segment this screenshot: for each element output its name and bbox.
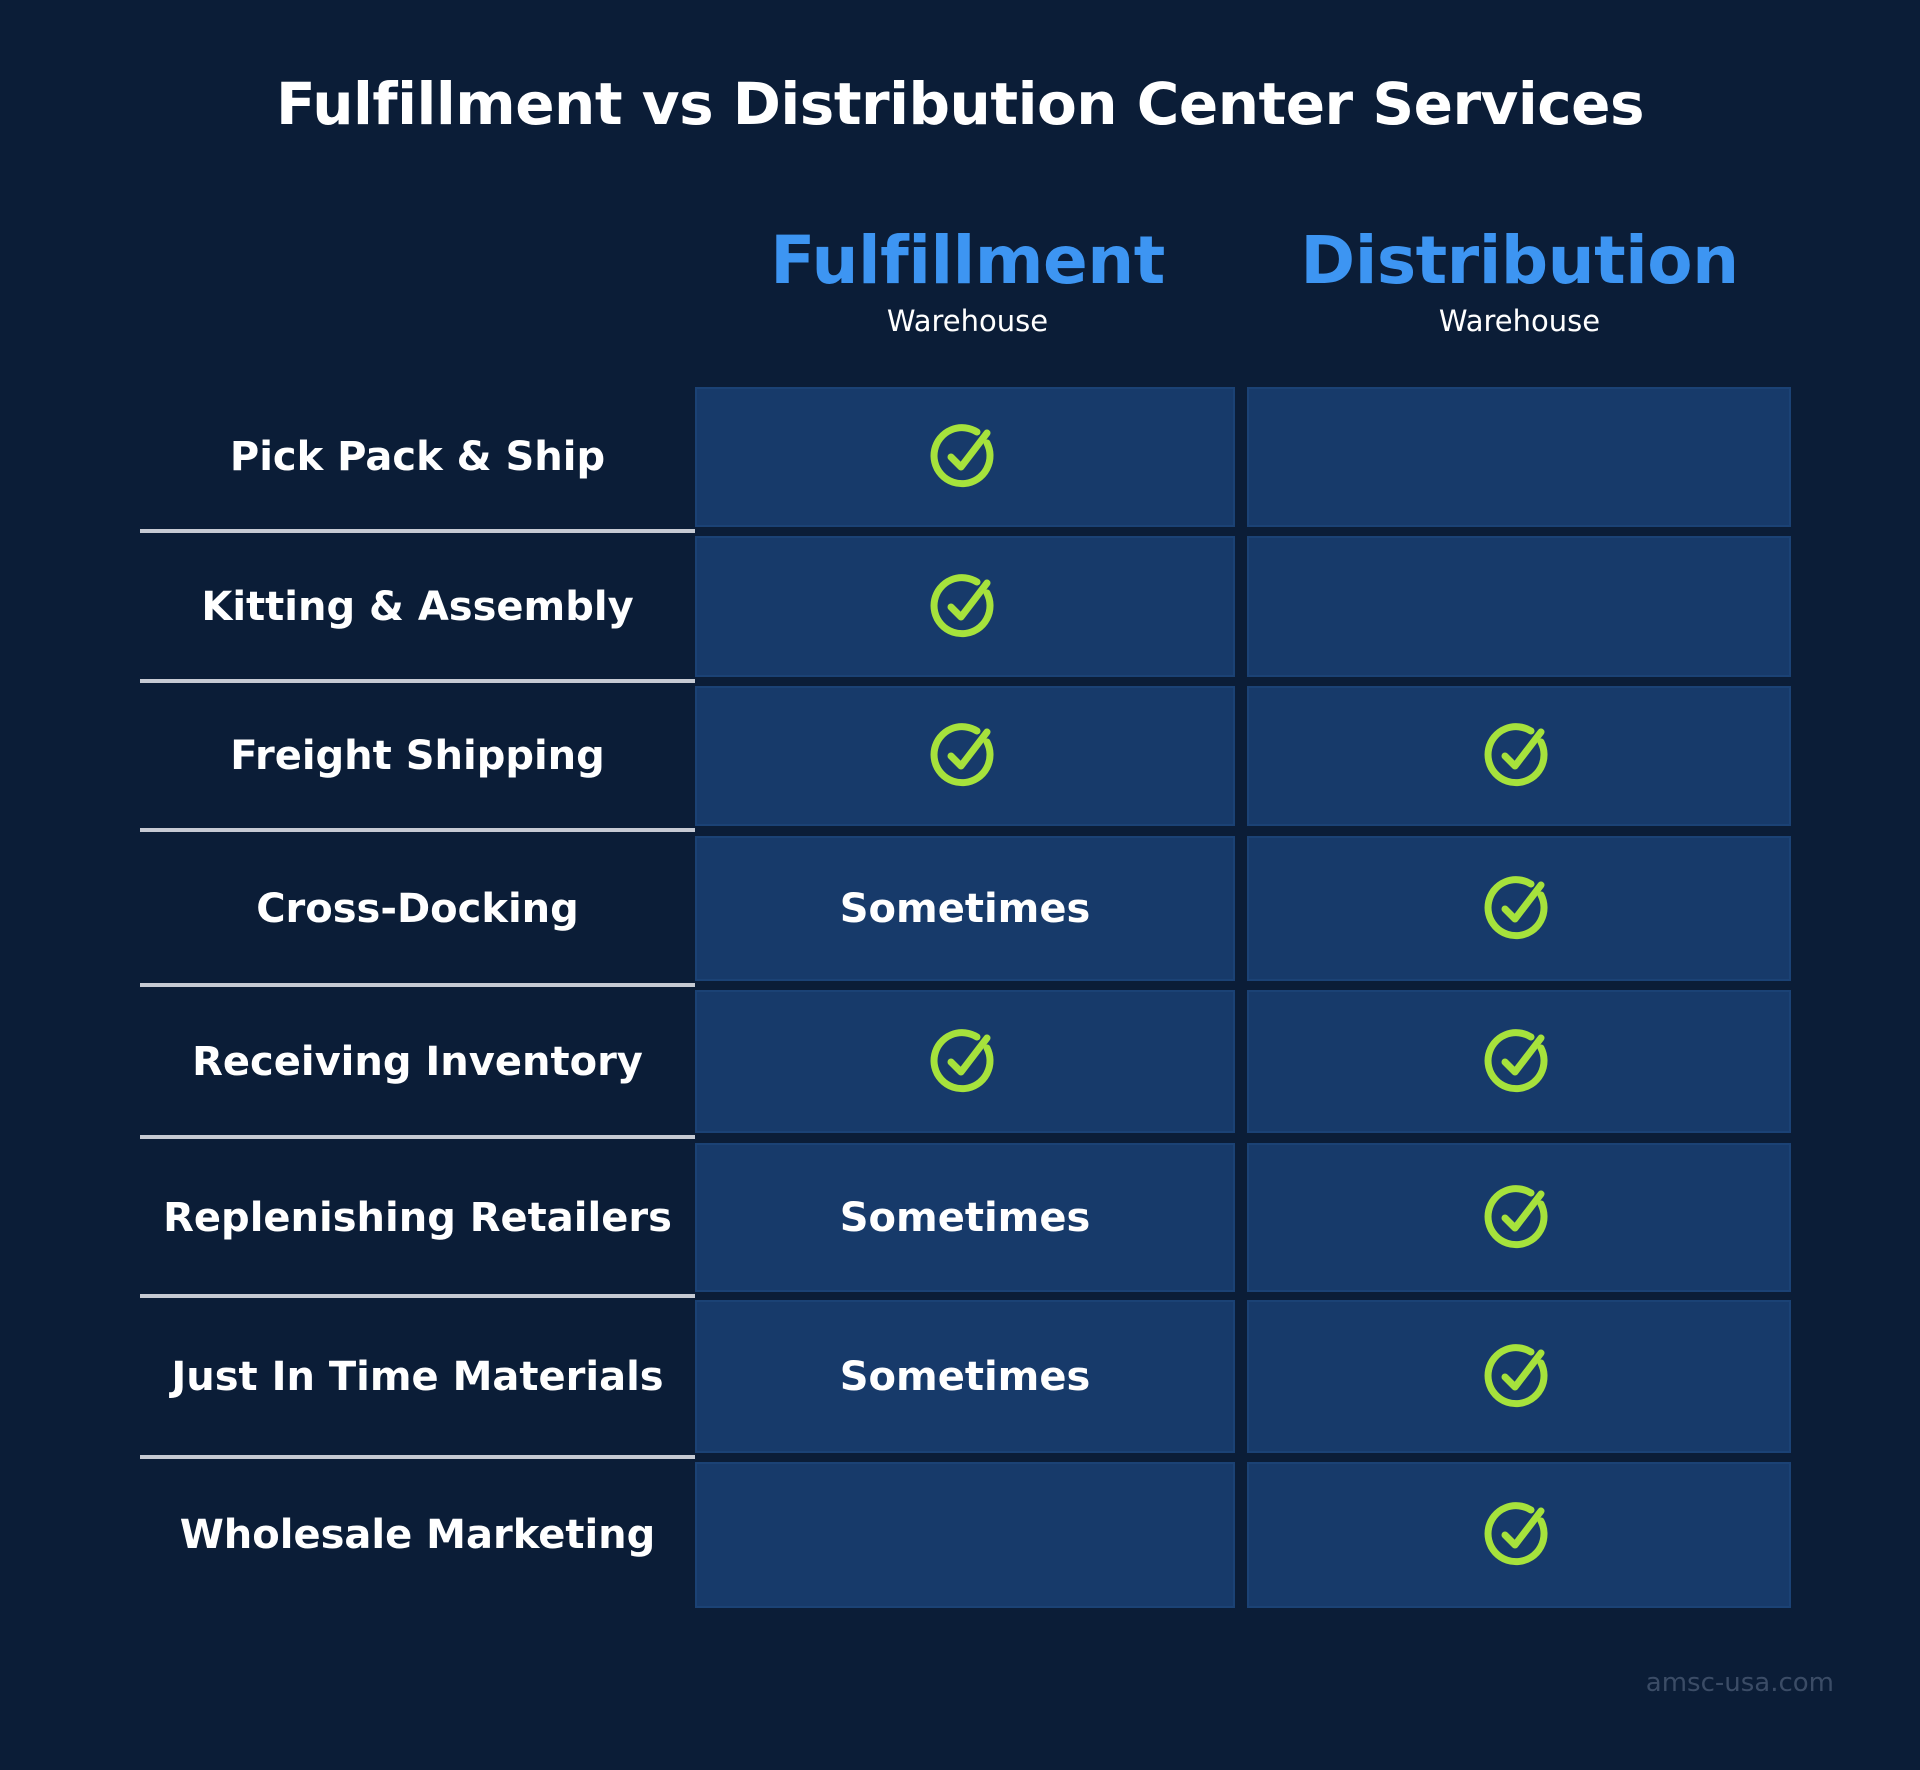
row-divider [140, 1294, 695, 1298]
check-circle-icon [1484, 1028, 1548, 1092]
cell-text: Sometimes [839, 1194, 1091, 1241]
check-circle-icon [930, 723, 994, 787]
fulfillment-cell [695, 686, 1235, 826]
row-divider [140, 529, 695, 533]
service-label: Just In Time Materials [171, 1353, 664, 1400]
service-label: Pick Pack & Ship [229, 434, 606, 480]
check-circle-icon [930, 573, 994, 637]
service-label: Wholesale Marketing [179, 1512, 656, 1558]
service-label: Receiving Inventory [192, 1038, 643, 1085]
check-circle-icon [1484, 1184, 1548, 1248]
table-row: Pick Pack & Ship [0, 387, 1920, 533]
distribution-cell [1247, 387, 1791, 527]
row-divider [140, 983, 695, 987]
check-circle-icon [1484, 1343, 1548, 1407]
distribution-cell [1247, 1462, 1791, 1608]
table-row: Receiving Inventory [0, 990, 1920, 1139]
watermark: amsc-usa.com [1645, 1668, 1834, 1698]
table-row: Just In Time Materials Sometimes [0, 1300, 1920, 1459]
distribution-cell [1247, 1300, 1791, 1453]
check-circle-icon [1484, 1502, 1548, 1566]
check-circle-icon [930, 1028, 994, 1092]
check-circle-icon [930, 424, 994, 488]
distribution-cell [1247, 1143, 1791, 1292]
column-title: Distribution [1300, 222, 1739, 299]
distribution-cell [1247, 536, 1791, 677]
column-title: Fulfillment [770, 222, 1165, 299]
row-divider [140, 828, 695, 832]
fulfillment-cell: Sometimes [695, 1300, 1235, 1453]
check-circle-icon [1484, 875, 1548, 939]
row-divider [140, 679, 695, 683]
service-label: Cross-Docking [256, 885, 579, 932]
column-subtitle: Warehouse [886, 304, 1049, 338]
distribution-cell [1247, 686, 1791, 826]
cell-text: Sometimes [839, 885, 1091, 932]
column-subtitle: Warehouse [1438, 304, 1601, 338]
service-label: Replenishing Retailers [163, 1194, 672, 1241]
distribution-cell [1247, 990, 1791, 1133]
column-header-fulfillment: Fulfillment Warehouse [695, 222, 1240, 338]
table-row: Replenishing Retailers Sometimes [0, 1143, 1920, 1298]
fulfillment-cell [695, 536, 1235, 677]
fulfillment-cell: Sometimes [695, 836, 1235, 981]
column-header-distribution: Distribution Warehouse [1247, 222, 1792, 338]
fulfillment-cell [695, 387, 1235, 527]
cell-text: Sometimes [839, 1353, 1091, 1400]
fulfillment-cell: Sometimes [695, 1143, 1235, 1292]
page-title: Fulfillment vs Distribution Center Servi… [276, 70, 1644, 138]
row-divider [140, 1455, 695, 1459]
fulfillment-cell [695, 990, 1235, 1133]
table-row: Cross-Docking Sometimes [0, 836, 1920, 987]
table-row: Kitting & Assembly [0, 536, 1920, 683]
service-label: Kitting & Assembly [201, 583, 634, 630]
table-row: Freight Shipping [0, 686, 1920, 832]
table-row: Wholesale Marketing [0, 1462, 1920, 1608]
distribution-cell [1247, 836, 1791, 981]
check-circle-icon [1484, 723, 1548, 787]
service-label: Freight Shipping [230, 733, 605, 779]
row-divider [140, 1135, 695, 1139]
fulfillment-cell [695, 1462, 1235, 1608]
